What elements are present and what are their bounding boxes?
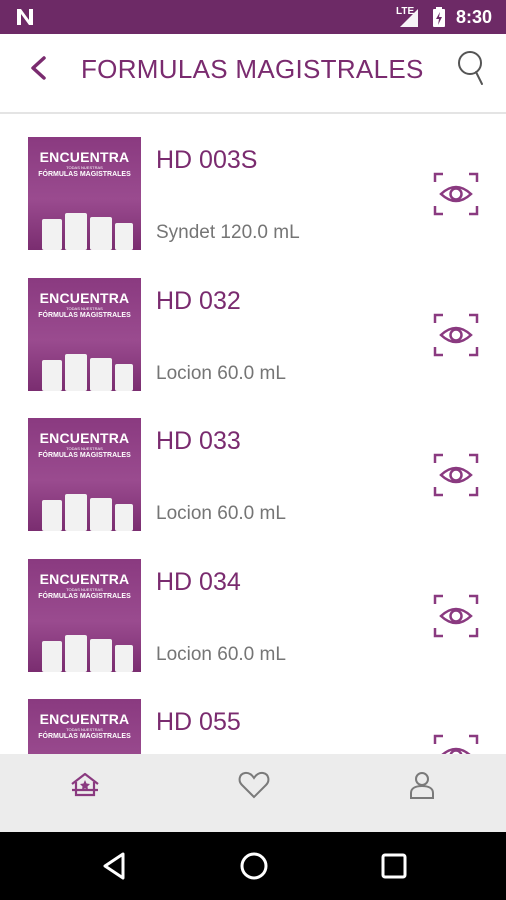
bottle-image: [42, 500, 62, 531]
view-eye-icon[interactable]: [433, 594, 479, 638]
thumbnail-subline: FÓRMULAS MAGISTRALES: [38, 312, 131, 319]
thumbnail-headline: ENCUENTRA: [39, 290, 130, 306]
page-title: FORMULAS MAGISTRALES: [81, 54, 424, 84]
search-icon[interactable]: [452, 48, 488, 88]
product-thumbnail: ENCUENTRA TODAS NUESTRAS FÓRMULAS MAGIST…: [28, 699, 141, 754]
product-description: Locion 60.0 mL: [156, 363, 286, 384]
bottle-image: [65, 635, 87, 672]
thumbnail-subline: FÓRMULAS MAGISTRALES: [38, 171, 131, 178]
thumbnail-subline: FÓRMULAS MAGISTRALES: [38, 452, 131, 459]
product-thumbnail: ENCUENTRA TODAS NUESTRAS FÓRMULAS MAGIST…: [28, 278, 141, 391]
product-code: HD 003S: [156, 146, 258, 174]
battery-icon: [433, 7, 445, 27]
product-code: HD 032: [156, 287, 241, 315]
thumbnail-headline: ENCUENTRA: [39, 571, 130, 587]
home-circle-icon[interactable]: [237, 849, 271, 883]
bottle-image: [90, 358, 112, 391]
recents-square-icon[interactable]: [377, 849, 411, 883]
status-bar: LTE 8:30: [0, 0, 506, 34]
signal-icon: [400, 9, 418, 27]
view-eye-icon[interactable]: [433, 453, 479, 497]
bottle-image: [90, 498, 112, 531]
bottle-image: [115, 364, 133, 391]
product-thumbnail: ENCUENTRA TODAS NUESTRAS FÓRMULAS MAGIST…: [28, 137, 141, 250]
clock: 8:30: [456, 7, 493, 27]
bottle-image: [42, 219, 62, 250]
thumbnail-tagline: TODAS NUESTRAS: [66, 727, 103, 732]
system-navigation-bar: [0, 832, 506, 900]
bottle-image: [115, 645, 133, 672]
thumbnail-tagline: TODAS NUESTRAS: [66, 306, 103, 311]
bottle-image: [65, 354, 87, 391]
thumbnail-headline: ENCUENTRA: [39, 430, 130, 446]
list-item[interactable]: ENCUENTRA TODAS NUESTRAS FÓRMULAS MAGIST…: [0, 678, 506, 754]
back-triangle-icon[interactable]: [97, 849, 131, 883]
thumbnail-subline: FÓRMULAS MAGISTRALES: [38, 593, 131, 600]
product-list[interactable]: ENCUENTRA TODAS NUESTRAS FÓRMULAS MAGIST…: [0, 116, 506, 754]
product-thumbnail: ENCUENTRA TODAS NUESTRAS FÓRMULAS MAGIST…: [28, 559, 141, 672]
view-eye-icon[interactable]: [433, 313, 479, 357]
thumbnail-tagline: TODAS NUESTRAS: [66, 446, 103, 451]
bottle-image: [90, 217, 112, 250]
thumbnail-tagline: TODAS NUESTRAS: [66, 587, 103, 592]
thumbnail-headline: ENCUENTRA: [39, 149, 130, 165]
bottle-image: [65, 213, 87, 250]
product-thumbnail: ENCUENTRA TODAS NUESTRAS FÓRMULAS MAGIST…: [28, 418, 141, 531]
bottle-image: [42, 641, 62, 672]
thumbnail-headline: ENCUENTRA: [39, 711, 130, 727]
bottle-image: [115, 223, 133, 250]
view-eye-icon[interactable]: [433, 734, 479, 754]
thumbnail-tagline: TODAS NUESTRAS: [66, 165, 103, 170]
product-description: Locion 60.0 mL: [156, 644, 286, 665]
list-item[interactable]: ENCUENTRA TODAS NUESTRAS FÓRMULAS MAGIST…: [0, 397, 506, 537]
product-code: HD 055: [156, 708, 241, 736]
bottle-image: [90, 639, 112, 672]
back-arrow-icon[interactable]: [22, 52, 54, 84]
screen: LTE 8:30 FORMULAS MAGISTRALES ENCUENTRA …: [0, 0, 506, 900]
bottom-navigation: [0, 754, 506, 832]
list-item[interactable]: ENCUENTRA TODAS NUESTRAS FÓRMULAS MAGIST…: [0, 116, 506, 256]
list-item[interactable]: ENCUENTRA TODAS NUESTRAS FÓRMULAS MAGIST…: [0, 538, 506, 678]
bottle-image: [42, 360, 62, 391]
view-eye-icon[interactable]: [433, 172, 479, 216]
home-icon[interactable]: [68, 768, 102, 802]
app-bar: FORMULAS MAGISTRALES: [0, 34, 506, 114]
product-code: HD 033: [156, 427, 241, 455]
product-code: HD 034: [156, 568, 241, 596]
thumbnail-subline: FÓRMULAS MAGISTRALES: [38, 733, 131, 740]
product-description: Locion 60.0 mL: [156, 503, 286, 524]
bottle-image: [65, 494, 87, 531]
list-item[interactable]: ENCUENTRA TODAS NUESTRAS FÓRMULAS MAGIST…: [0, 257, 506, 397]
heart-icon[interactable]: [237, 768, 271, 802]
n-notification-icon: [17, 9, 33, 25]
product-description: Syndet 120.0 mL: [156, 222, 300, 243]
profile-icon[interactable]: [405, 768, 439, 802]
bottle-image: [115, 504, 133, 531]
